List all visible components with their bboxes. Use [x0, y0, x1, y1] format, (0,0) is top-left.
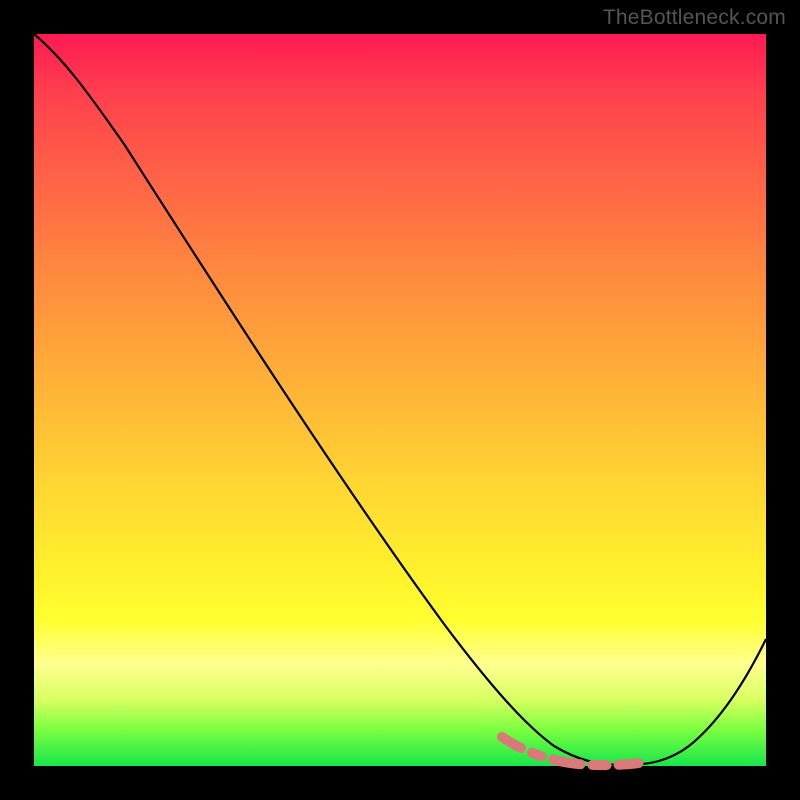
watermark: TheBottleneck.com	[603, 6, 786, 30]
chart-plot-area	[34, 34, 766, 766]
bottleneck-curve-line	[34, 34, 766, 765]
bottleneck-chart	[34, 34, 766, 766]
